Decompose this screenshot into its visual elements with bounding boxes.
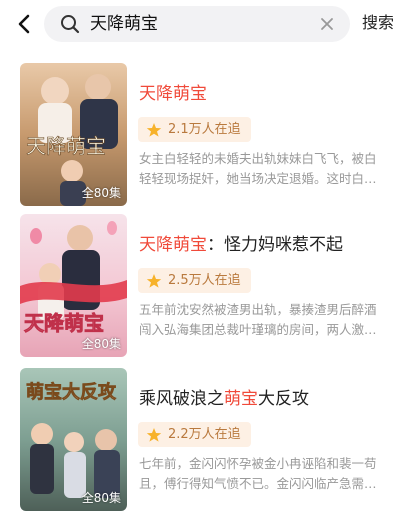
description-line: 女主白轻轻的未婚夫出轨妹妹白飞飞，被白 bbox=[139, 151, 377, 166]
popularity-badge: 2.5万人在追 bbox=[138, 268, 251, 293]
cover-title-text: 萌宝大反攻 bbox=[26, 381, 117, 403]
description-line: 轻轻现场捉奸，她当场决定退婚。这时白… bbox=[139, 171, 377, 186]
title-rest: ：怪力妈咪惹不起 bbox=[207, 235, 343, 255]
popularity-text: 2.2万人在追 bbox=[168, 426, 241, 442]
cover-title-text: 天降萌宝 bbox=[24, 311, 104, 335]
star-icon bbox=[146, 427, 162, 442]
popularity-badge: 2.2万人在追 bbox=[138, 422, 251, 447]
result-title[interactable]: 乘风破浪之萌宝大反攻 bbox=[139, 388, 309, 410]
star-icon bbox=[146, 122, 162, 137]
result-title[interactable]: 天降萌宝 bbox=[139, 83, 207, 105]
search-button[interactable]: 搜索 bbox=[362, 12, 394, 34]
description-line: 闯入弘海集团总裁叶瑾璃的房间，两人激… bbox=[139, 322, 377, 337]
drama-cover[interactable]: 天降萌宝 全80集 bbox=[20, 214, 127, 357]
episode-count: 全80集 bbox=[81, 186, 121, 200]
drama-cover[interactable]: 天降萌宝 全80集 bbox=[20, 63, 127, 206]
result-item[interactable]: 萌宝大反攻 全80集 乘风破浪之萌宝大反攻 2.2万人在追 七年前，金闪闪怀孕被… bbox=[0, 368, 411, 516]
search-input[interactable]: 天降萌宝 bbox=[44, 6, 350, 42]
result-description: 女主白轻轻的未婚夫出轨妹妹白飞飞，被白 轻轻现场捉奸，她当场决定退婚。这时白… bbox=[139, 149, 395, 189]
description-line: 且，傅行得知气愤不已。金闪闪临产急需… bbox=[139, 476, 377, 491]
title-highlight: 天降萌宝 bbox=[139, 84, 207, 104]
description-line: 七年前，金闪闪怀孕被金小冉诬陷和裴一苟 bbox=[139, 456, 377, 471]
popularity-text: 2.1万人在追 bbox=[168, 121, 241, 137]
episode-count: 全80集 bbox=[81, 491, 121, 505]
result-item[interactable]: 天降萌宝 全80集 天降萌宝：怪力妈咪惹不起 2.5万人在追 五年前沈安然被渣男… bbox=[0, 214, 411, 362]
popularity-badge: 2.1万人在追 bbox=[138, 117, 251, 142]
search-query-text: 天降萌宝 bbox=[90, 14, 158, 34]
star-icon bbox=[146, 273, 162, 288]
title-highlight: 萌宝 bbox=[224, 389, 258, 409]
episode-count: 全80集 bbox=[81, 337, 121, 351]
description-line: 五年前沈安然被渣男出轨，暴揍渣男后醉酒 bbox=[139, 302, 377, 317]
title-highlight: 天降萌宝 bbox=[139, 235, 207, 255]
cover-title-text: 天降萌宝 bbox=[26, 134, 106, 158]
title-suffix: 大反攻 bbox=[258, 389, 309, 409]
title-prefix: 乘风破浪之 bbox=[139, 389, 224, 409]
back-arrow-icon[interactable] bbox=[10, 10, 38, 38]
result-description: 七年前，金闪闪怀孕被金小冉诬陷和裴一苟 且，傅行得知气愤不已。金闪闪临产急需… bbox=[139, 454, 395, 494]
search-icon bbox=[61, 15, 80, 34]
search-header: 天降萌宝 搜索 bbox=[0, 0, 411, 50]
result-item[interactable]: 天降萌宝 全80集 天降萌宝 2.1万人在追 女主白轻轻的未婚夫出轨妹妹白飞飞，… bbox=[0, 63, 411, 211]
drama-cover[interactable]: 萌宝大反攻 全80集 bbox=[20, 368, 127, 511]
result-description: 五年前沈安然被渣男出轨，暴揍渣男后醉酒 闯入弘海集团总裁叶瑾璃的房间，两人激… bbox=[139, 300, 395, 340]
popularity-text: 2.5万人在追 bbox=[168, 272, 241, 288]
result-title[interactable]: 天降萌宝：怪力妈咪惹不起 bbox=[139, 234, 343, 256]
clear-icon[interactable] bbox=[318, 15, 336, 33]
